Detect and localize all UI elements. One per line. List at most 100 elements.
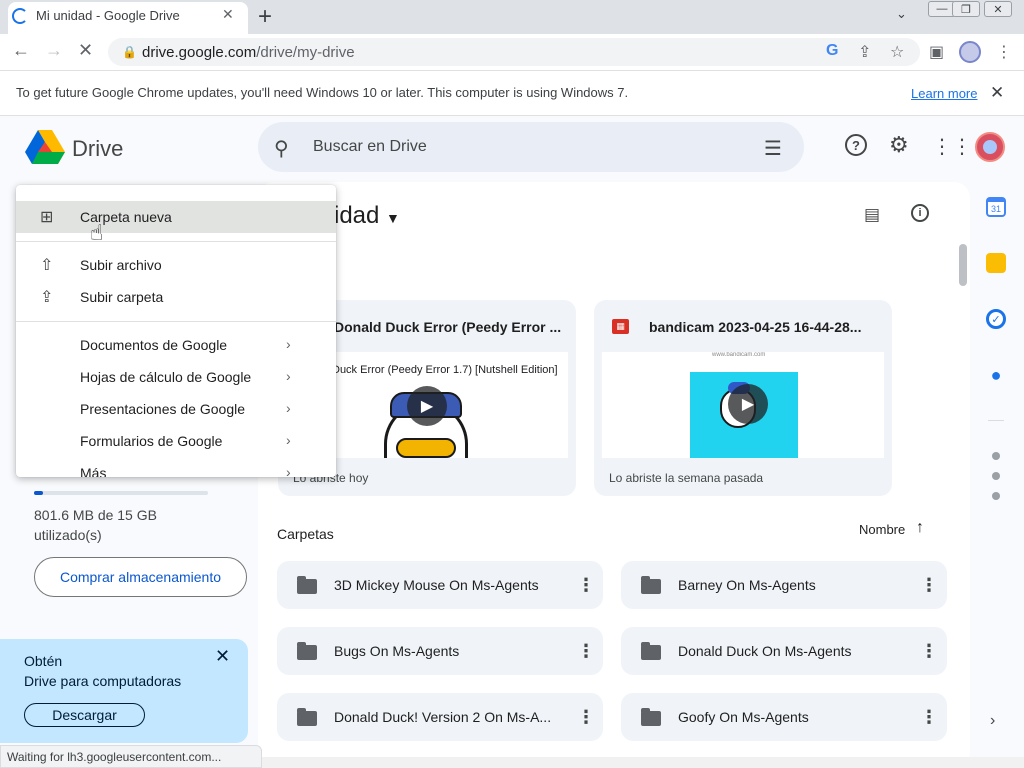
help-icon[interactable]: ? — [845, 134, 867, 156]
folder-icon — [297, 708, 317, 726]
tasks-icon[interactable]: ✓ — [986, 309, 1006, 329]
menu-item-label: Presentaciones de Google — [80, 401, 245, 417]
tab-search-icon[interactable]: ⌄ — [896, 6, 907, 22]
folder-name: 3D Mickey Mouse On Ms-Agents — [334, 577, 539, 593]
side-panel-dot — [992, 452, 1000, 460]
file-title: Donald Duck Error (Peedy Error ... — [334, 319, 562, 335]
folder-name: Goofy On Ms-Agents — [678, 709, 809, 725]
menu-item-label: Formularios de Google — [80, 433, 223, 449]
app-name[interactable]: Drive — [72, 136, 123, 162]
side-panel-icon[interactable]: ▣ — [929, 42, 944, 62]
thumbnail-caption: www.bandicam.com — [712, 352, 766, 358]
side-panel-dot — [992, 492, 1000, 500]
folder-icon — [641, 708, 661, 726]
menu-item-google-forms[interactable]: Formularios de Google › — [16, 425, 336, 457]
account-avatar[interactable] — [975, 132, 1005, 162]
menu-item-label: Documentos de Google — [80, 337, 228, 353]
play-icon[interactable]: ▶ — [407, 386, 447, 426]
menu-item-google-docs[interactable]: Documentos de Google › — [16, 329, 336, 361]
keep-icon[interactable] — [986, 253, 1006, 273]
thumbnail-caption: Duck Error (Peedy Error 1.7) [Nutshell E… — [332, 364, 558, 376]
forward-icon[interactable]: → — [45, 40, 63, 61]
folders-heading: Carpetas — [277, 526, 334, 542]
close-tab-icon[interactable]: ✕ — [222, 6, 234, 23]
chevron-down-icon[interactable]: ▼ — [386, 210, 400, 226]
new-tab-button[interactable]: + — [258, 3, 272, 31]
infobar-message: To get future Google Chrome updates, you… — [16, 85, 629, 100]
sort-arrow-up-icon[interactable]: ↑ — [916, 519, 924, 537]
menu-item-upload-file[interactable]: ⇧ Subir archivo — [16, 249, 336, 281]
folder-icon — [297, 576, 317, 594]
lock-icon[interactable]: 🔒 — [122, 45, 137, 59]
chevron-right-icon: › — [286, 432, 291, 448]
share-icon[interactable]: ⇪ — [858, 42, 871, 62]
contacts-icon[interactable]: ● — [986, 365, 1006, 385]
storage-usage-text: 801.6 MB de 15 GB utilizado(s) — [34, 507, 157, 543]
list-view-icon[interactable]: ▤ — [864, 205, 880, 225]
back-icon[interactable]: ← — [12, 40, 30, 61]
close-window-button[interactable]: ✕ — [984, 1, 1012, 17]
chevron-right-icon: › — [286, 400, 291, 416]
menu-divider — [16, 321, 336, 322]
menu-item-google-slides[interactable]: Presentaciones de Google › — [16, 393, 336, 425]
promo-subtitle: Drive para computadoras — [24, 673, 182, 689]
more-options-icon[interactable]: ⋮ — [920, 641, 938, 662]
folder-name: Donald Duck On Ms-Agents — [678, 643, 852, 659]
search-input[interactable]: Buscar en Drive — [313, 138, 427, 156]
bookmark-star-icon[interactable]: ☆ — [890, 42, 904, 62]
duck-beak-image — [396, 438, 456, 458]
more-options-icon[interactable]: ⋮ — [577, 707, 595, 728]
storage-bar-fill — [34, 491, 43, 495]
play-icon[interactable]: ▶ — [728, 384, 768, 424]
horizontal-scrollbar[interactable] — [262, 757, 1024, 768]
upload-file-icon: ⇧ — [40, 257, 54, 274]
search-icon[interactable]: ⚲ — [274, 136, 289, 161]
buy-storage-button[interactable]: Comprar almacenamiento — [34, 557, 247, 597]
chevron-right-icon: › — [286, 464, 291, 477]
restore-button[interactable]: ❐ — [952, 1, 980, 17]
more-options-icon[interactable]: ⋮ — [920, 707, 938, 728]
drive-logo-icon — [25, 130, 65, 164]
more-options-icon[interactable]: ⋮ — [920, 575, 938, 596]
google-lens-icon[interactable]: G — [826, 42, 838, 60]
url-text[interactable]: drive.google.com/drive/my-drive — [142, 44, 355, 61]
profile-avatar[interactable] — [959, 41, 981, 63]
more-options-icon[interactable]: ⋮ — [577, 575, 595, 596]
menu-item-google-sheets[interactable]: Hojas de cálculo de Google › — [16, 361, 336, 393]
infobar-close-icon[interactable]: ✕ — [990, 83, 1004, 103]
storage-bar — [34, 491, 208, 495]
more-options-icon[interactable]: ⋮ — [577, 641, 595, 662]
stop-loading-icon[interactable]: ✕ — [78, 40, 93, 61]
expand-panel-chevron-icon[interactable]: › — [990, 712, 995, 730]
file-thumbnail: www.bandicam.com ▶ — [602, 352, 884, 458]
side-panel-dot — [992, 472, 1000, 480]
folder-name: Barney On Ms-Agents — [678, 577, 816, 593]
chevron-right-icon: › — [286, 368, 291, 384]
promo-title: Obtén — [24, 653, 63, 669]
sort-by-label[interactable]: Nombre — [859, 522, 905, 537]
new-folder-icon: ⊞ — [40, 209, 54, 226]
video-file-icon: ▦ — [612, 319, 629, 334]
learn-more-link[interactable]: Learn more — [911, 86, 977, 101]
search-options-icon[interactable]: ☰ — [764, 136, 782, 161]
file-title: bandicam 2023-04-25 16-44-28... — [649, 319, 862, 335]
chrome-menu-icon[interactable]: ⋮ — [996, 42, 1012, 62]
file-last-opened: Lo abriste la semana pasada — [609, 471, 764, 485]
side-panel-divider — [988, 420, 1004, 421]
details-info-icon[interactable]: i — [911, 204, 929, 222]
menu-item-new-folder[interactable]: ⊞ Carpeta nueva — [16, 201, 336, 233]
settings-gear-icon[interactable]: ⚙ — [889, 132, 909, 158]
folder-icon — [641, 642, 661, 660]
folder-icon — [641, 576, 661, 594]
menu-item-upload-folder[interactable]: ⇪ Subir carpeta — [16, 281, 336, 313]
folder-name: Donald Duck! Version 2 On Ms-A... — [334, 709, 552, 725]
hand-cursor-icon: ☝ — [90, 220, 104, 245]
download-button[interactable]: Descargar — [24, 703, 145, 727]
scrollbar[interactable] — [959, 244, 967, 286]
menu-item-label: Subir archivo — [80, 257, 162, 273]
promo-close-icon[interactable]: ✕ — [215, 646, 230, 667]
folder-icon — [297, 642, 317, 660]
calendar-icon[interactable]: 31 — [986, 197, 1006, 217]
menu-item-more[interactable]: Más › — [16, 457, 336, 477]
page-title[interactable]: idad ▼ — [334, 202, 400, 230]
